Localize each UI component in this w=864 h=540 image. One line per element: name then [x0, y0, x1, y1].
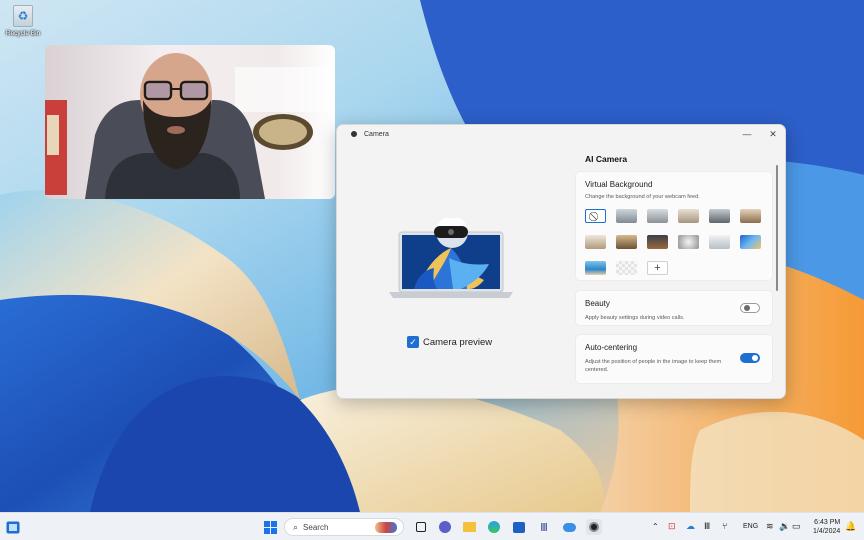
tray-app-icon[interactable]: ⊡ [668, 521, 676, 532]
title-bar[interactable]: Camera — ✕ [337, 125, 785, 143]
background-thumb-living-room[interactable] [678, 209, 699, 223]
panel-scrollbar[interactable] [776, 165, 778, 291]
recycle-bin-label: Recycle Bin [5, 30, 41, 37]
background-thumb-transparent[interactable] [616, 261, 637, 275]
chevron-up-icon: ⌃ [652, 522, 659, 531]
cloud-app-button[interactable] [561, 519, 577, 535]
tray-cloud-icon[interactable]: ☁ [686, 521, 695, 532]
search-placeholder: Search [303, 522, 329, 532]
volume-icon[interactable]: 🔉 [779, 521, 790, 532]
app-button-bars[interactable]: Ⅲ [536, 519, 552, 535]
clock[interactable]: 6:43 PM 1/4/2024 [813, 518, 840, 536]
beauty-description: Apply beauty settings during video calls… [585, 315, 685, 321]
tray-bars-icon[interactable]: Ⅲ [704, 521, 710, 532]
beauty-title: Beauty [585, 299, 610, 308]
preview-area: ✓ Camera preview [337, 143, 573, 398]
recycle-bin-icon: ♻ [13, 5, 33, 27]
window-title: Camera [364, 130, 389, 138]
background-thumb-office-1[interactable] [616, 209, 637, 223]
background-thumb-blur[interactable] [678, 235, 699, 249]
background-thumb-beach[interactable] [585, 261, 606, 275]
task-view-button[interactable] [413, 519, 429, 535]
auto-centering-card: Auto-centering Adjust the position of pe… [575, 334, 773, 384]
virtual-background-description: Change the background of your webcam fee… [585, 194, 700, 200]
camera-preview-checkbox[interactable]: ✓ Camera preview [407, 336, 492, 348]
checkmark-icon: ✓ [407, 336, 419, 348]
close-button[interactable]: ✕ [764, 127, 782, 141]
virtual-background-card: Virtual Background Change the background… [575, 171, 773, 281]
notification-bell-icon[interactable]: 🔔 [845, 521, 856, 532]
search-highlight-icon [375, 522, 397, 533]
background-thumb-kitchen[interactable] [585, 235, 606, 249]
taskbar-search[interactable]: ⌕ Search [284, 518, 404, 536]
background-thumb-cafe[interactable] [740, 209, 761, 223]
taskbar: ⌕ Search Ⅲ ⌃ ⊡ ☁ Ⅲ ⑂ ENG ≋ 🔉 ▭ 6:43 PM 1… [0, 512, 864, 540]
battery-icon[interactable]: ▭ [792, 521, 801, 532]
chat-button[interactable] [437, 519, 453, 535]
webcam-person-image [45, 53, 335, 199]
toggle-knob [744, 305, 750, 311]
show-hidden-icons-button[interactable]: ⌃ [652, 522, 659, 531]
store-icon [513, 521, 525, 533]
background-none-option[interactable]: ⃠ [585, 209, 606, 223]
camera-app-icon [351, 131, 357, 137]
file-explorer-button[interactable] [461, 519, 477, 535]
cloud-icon [562, 522, 576, 532]
bars-app-icon: Ⅲ [540, 521, 548, 534]
store-button[interactable] [511, 519, 527, 535]
camera-app-button[interactable] [586, 519, 602, 535]
chat-icon [439, 521, 451, 533]
ai-camera-panel: AI Camera Virtual Background Change the … [575, 143, 781, 398]
virtual-background-title: Virtual Background [585, 180, 653, 189]
background-thumb-white-office[interactable] [709, 235, 730, 249]
webcam-feed-preview[interactable] [45, 45, 335, 199]
panel-title: AI Camera [585, 154, 628, 164]
auto-centering-toggle[interactable] [740, 353, 760, 363]
background-thumb-library[interactable] [616, 235, 637, 249]
recycle-bin-shortcut[interactable]: ♻ Recycle Bin [4, 5, 42, 37]
camera-app-window: Camera — ✕ ✓ Camera preview AI Camera Vi… [336, 124, 786, 399]
tray-fork-icon[interactable]: ⑂ [722, 521, 727, 531]
laptop-illustration [389, 218, 513, 298]
auto-centering-description: Adjust the position of people in the ima… [585, 359, 722, 373]
widgets-icon [6, 521, 20, 533]
toggle-knob [752, 355, 758, 361]
background-thumb-abstract[interactable] [740, 235, 761, 249]
folder-icon [462, 522, 476, 532]
minimize-button[interactable]: — [738, 127, 756, 141]
edge-icon [488, 521, 500, 533]
background-thumb-lounge[interactable] [709, 209, 730, 223]
language-indicator[interactable]: ENG [743, 523, 758, 530]
beauty-toggle[interactable] [740, 303, 760, 313]
start-button[interactable] [262, 519, 278, 535]
windows-logo-icon [263, 520, 277, 534]
search-icon: ⌕ [293, 521, 299, 532]
edge-button[interactable] [486, 519, 502, 535]
widgets-button[interactable] [5, 519, 21, 535]
clock-time: 6:43 PM [814, 519, 841, 526]
auto-centering-title: Auto-centering [585, 343, 638, 352]
clock-date: 1/4/2024 [813, 528, 841, 535]
background-thumb-office-2[interactable] [647, 209, 668, 223]
task-view-icon [416, 522, 426, 532]
background-thumb-night-room[interactable] [647, 235, 668, 249]
wifi-icon[interactable]: ≋ [766, 521, 774, 532]
camera-icon [589, 522, 599, 532]
camera-preview-label: Camera preview [423, 336, 493, 348]
add-background-button[interactable]: + [647, 261, 668, 275]
beauty-card: Beauty Apply beauty settings during vide… [575, 290, 773, 326]
